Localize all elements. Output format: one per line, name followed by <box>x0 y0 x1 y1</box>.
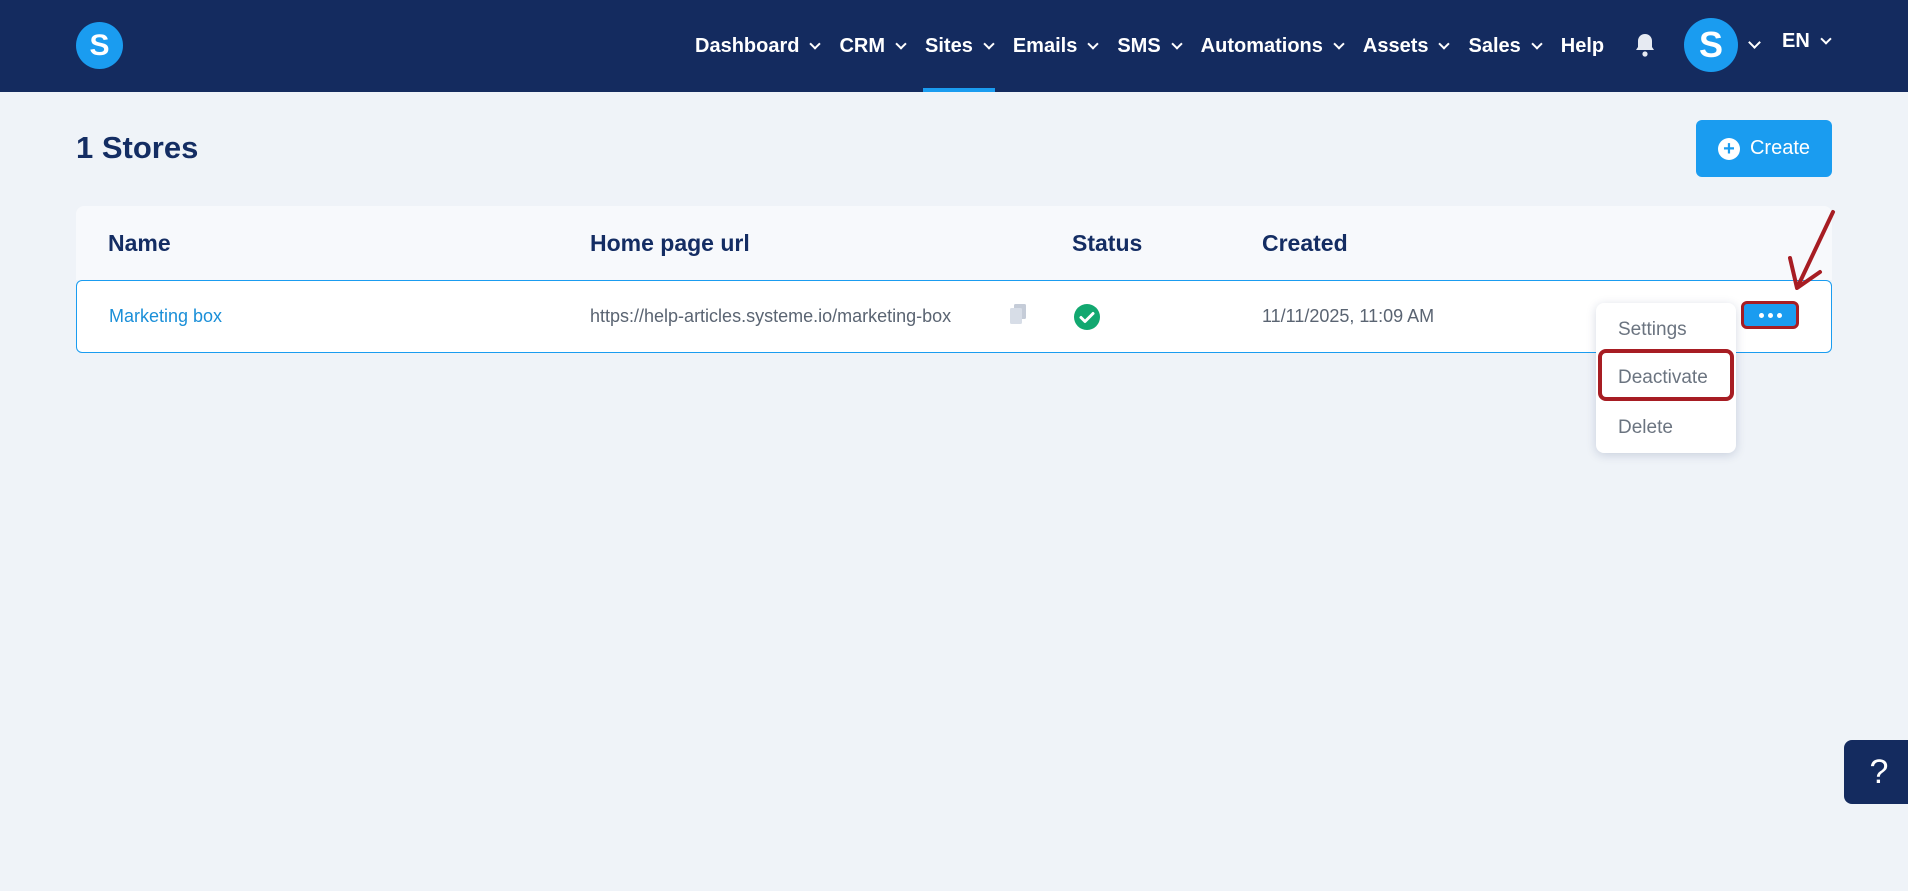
chevron-down-icon <box>1170 37 1183 50</box>
chevron-down-icon[interactable] <box>1748 36 1761 49</box>
nav-crm[interactable]: CRM <box>829 0 915 92</box>
nav-emails[interactable]: Emails <box>1003 0 1107 92</box>
nav-assets[interactable]: Assets <box>1353 0 1459 92</box>
store-url: https://help-articles.systeme.io/marketi… <box>590 306 952 326</box>
menu-item-settings[interactable]: Settings <box>1618 319 1687 341</box>
nav-label: Assets <box>1362 34 1429 57</box>
nav-dashboard[interactable]: Dashboard <box>685 0 829 92</box>
chevron-down-icon <box>1087 37 1099 50</box>
create-button[interactable]: + Create <box>1696 120 1832 177</box>
nav-label: Dashboard <box>695 34 800 57</box>
menu-item-delete[interactable]: Delete <box>1618 417 1673 439</box>
chevron-down-icon <box>809 37 822 50</box>
row-actions-button[interactable] <box>1741 301 1799 329</box>
chevron-down-icon <box>1531 37 1543 50</box>
created-date: 11/11/2025, 11:09 AM <box>1262 306 1435 326</box>
chevron-down-icon <box>1333 37 1345 50</box>
nav-label: SMS <box>1117 34 1161 57</box>
nav-label: Emails <box>1012 34 1078 57</box>
row-actions-menu: Settings Deactivate Delete <box>1596 303 1736 453</box>
plus-circle-icon: + <box>1717 137 1740 160</box>
check-circle-icon <box>1074 304 1100 330</box>
top-navbar: S Dashboard CRM Sites Emails SMS Automat… <box>0 0 1908 92</box>
nav-label: Sites <box>925 34 973 57</box>
nav-sites[interactable]: Sites <box>915 0 1003 92</box>
main-nav: Dashboard CRM Sites Emails SMS Automatio… <box>685 0 1614 92</box>
logo-letter: S <box>89 28 110 62</box>
help-fab-button[interactable]: ? <box>1844 740 1908 804</box>
store-name-link[interactable]: Marketing box <box>109 306 222 327</box>
nav-help[interactable]: Help <box>1551 0 1614 92</box>
column-header-status: Status <box>1072 230 1143 256</box>
nav-automations[interactable]: Automations <box>1191 0 1353 92</box>
page-title: 1 Stores <box>76 130 199 165</box>
more-dots-icon <box>1758 312 1764 318</box>
nav-label: Automations <box>1200 34 1323 57</box>
copy-icon[interactable] <box>1009 303 1027 325</box>
annotation-arrow-icon <box>1788 210 1835 290</box>
chevron-down-icon <box>895 37 907 50</box>
more-dot <box>1767 312 1773 318</box>
bell-icon[interactable] <box>1633 32 1657 58</box>
nav-sms[interactable]: SMS <box>1107 0 1190 92</box>
nav-label: Sales <box>1468 34 1521 57</box>
systeme-logo[interactable]: S <box>76 22 123 69</box>
chevron-down-icon <box>983 37 995 50</box>
nav-sales[interactable]: Sales <box>1458 0 1550 92</box>
language-selector[interactable]: EN <box>1782 30 1832 53</box>
table-row: Marketing box https://help-articles.syst… <box>76 280 1832 353</box>
nav-label: Help <box>1560 34 1605 57</box>
chevron-down-icon <box>1438 37 1451 50</box>
create-label: Create <box>1749 137 1811 159</box>
chevron-down-icon <box>1820 33 1832 45</box>
help-icon: ? <box>1869 752 1889 791</box>
stores-table: Name Home page url Status Created Market… <box>76 206 1832 353</box>
more-dot <box>1776 312 1782 318</box>
language-label: EN <box>1782 30 1810 52</box>
user-avatar[interactable]: S <box>1684 18 1738 72</box>
column-header-created: Created <box>1262 230 1348 256</box>
menu-item-deactivate[interactable]: Deactivate <box>1618 367 1708 389</box>
column-header-url: Home page url <box>590 230 750 256</box>
avatar-letter: S <box>1698 24 1723 65</box>
table-header: Name Home page url Status Created <box>76 206 1832 280</box>
column-header-name: Name <box>108 230 171 256</box>
nav-label: CRM <box>839 34 886 57</box>
